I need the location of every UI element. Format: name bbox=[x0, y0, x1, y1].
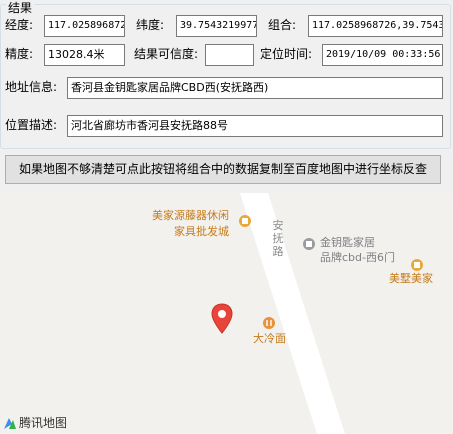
longitude-field[interactable]: 117.0258968726 bbox=[44, 15, 125, 37]
confidence-field[interactable] bbox=[205, 44, 254, 66]
accuracy-field[interactable]: 13028.4米 bbox=[44, 44, 125, 66]
poi-label-3[interactable]: 美墅美家 bbox=[389, 272, 433, 286]
tencent-map-logo-icon bbox=[4, 418, 16, 429]
address-label: 地址信息: bbox=[5, 80, 58, 94]
poi-building-icon bbox=[303, 238, 315, 250]
location-desc-field[interactable]: 河北省廊坊市香河县安抚路88号 bbox=[67, 115, 443, 137]
road-anfu bbox=[240, 193, 345, 434]
accuracy-label: 精度: bbox=[5, 47, 34, 61]
poi-shop-icon bbox=[239, 215, 251, 227]
poi-label-2-line1[interactable]: 金钥匙家居 bbox=[320, 236, 375, 250]
longitude-label: 经度: bbox=[5, 18, 34, 32]
address-field[interactable]: 香河县金钥匙家居品牌CBD西(安抚路西) bbox=[67, 77, 443, 99]
poi-restaurant-icon bbox=[263, 317, 275, 329]
combined-field[interactable]: 117.0258968726,39.754321997 bbox=[308, 15, 443, 37]
combined-label: 组合: bbox=[268, 18, 297, 32]
result-group-title: 结果 bbox=[6, 1, 35, 15]
copy-to-baidu-button[interactable]: 如果地图不够清楚可点此按钮将组合中的数据复制至百度地图中进行坐标反查 bbox=[5, 155, 441, 184]
poi-label-2-line2[interactable]: 品牌cbd-西6门 bbox=[320, 251, 395, 265]
tencent-map-logo-text: 腾讯地图 bbox=[19, 416, 68, 430]
latitude-label: 纬度: bbox=[136, 18, 165, 32]
locate-time-label: 定位时间: bbox=[260, 47, 313, 61]
location-pin-icon bbox=[211, 303, 233, 334]
road-label: 安抚路 bbox=[272, 219, 284, 258]
map-view[interactable]: 美家源藤器休闲 家具批发城 安抚路 金钥匙家居 品牌cbd-西6门 美墅美家 大… bbox=[0, 193, 453, 434]
latitude-field[interactable]: 39.75432199775 bbox=[176, 15, 257, 37]
poi-label-4[interactable]: 大冷面 bbox=[253, 332, 286, 346]
poi-label-1-line1[interactable]: 美家源藤器休闲 bbox=[152, 209, 229, 223]
poi-label-1-line2[interactable]: 家具批发城 bbox=[174, 225, 229, 239]
poi-store-icon bbox=[411, 259, 423, 271]
confidence-label: 结果可信度: bbox=[134, 47, 199, 61]
locate-time-field[interactable]: 2019/10/09 00:33:56 bbox=[322, 44, 443, 66]
location-desc-label: 位置描述: bbox=[5, 118, 58, 132]
